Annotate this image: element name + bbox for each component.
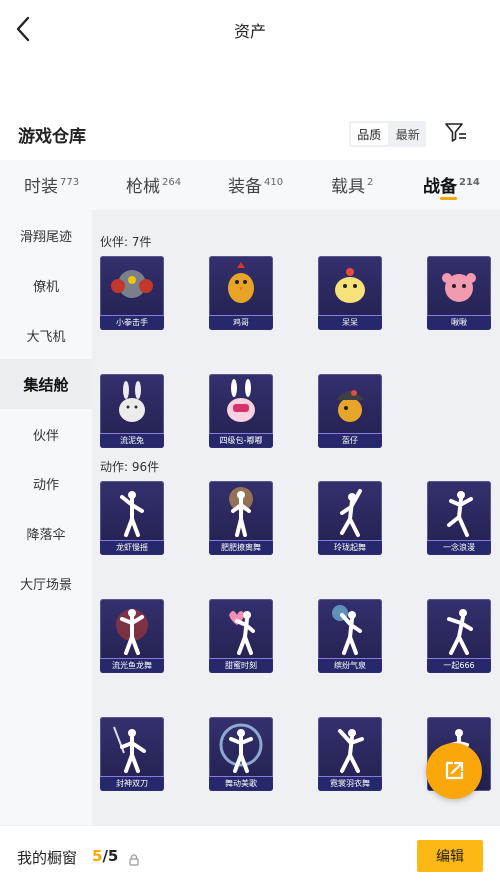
item-card[interactable]: 流泥兔: [100, 374, 164, 448]
item-name: 啾啾: [427, 315, 491, 330]
showcase-label: 我的橱窗: [17, 849, 78, 867]
sort-toggle: 品质 最新: [349, 121, 426, 147]
chick-icon: [335, 268, 365, 303]
tab-fashion[interactable]: 时装 773: [24, 172, 79, 197]
dancer-icon: [338, 729, 364, 773]
dancer-icon: [340, 489, 362, 537]
showcase-current: 5: [92, 847, 103, 865]
chicken-icon: [228, 262, 254, 303]
tab-readiness[interactable]: 战备 214: [423, 172, 480, 197]
sort-quality-button[interactable]: 品质: [351, 123, 388, 145]
tab-label: 载具: [331, 177, 365, 197]
pink-creature-icon: [442, 273, 476, 302]
tab-count: 214: [459, 177, 480, 188]
page-title: 资产: [233, 22, 266, 41]
item-card[interactable]: 一起666: [427, 599, 491, 673]
item-card[interactable]: 霓裳羽衣舞: [318, 717, 382, 791]
item-card[interactable]: 封神双刀: [100, 717, 164, 791]
showcase-bar: 我的橱窗 5/5 编辑: [0, 825, 500, 885]
category-tabs: 时装 773 枪械 264 装备 410 载具 2 战备 214: [0, 160, 500, 210]
lock-icon: [129, 851, 139, 866]
sidebar: 滑翔尾迹 僚机 大飞机 集结舱 伙伴 动作 降落伞 大厅场景: [0, 210, 92, 825]
dancer-icon: [219, 723, 263, 773]
tab-label: 装备: [228, 177, 262, 197]
partners-section-label: 伙伴: 7件: [100, 235, 152, 249]
share-button[interactable]: [426, 743, 482, 799]
item-card[interactable]: 鸡哥: [209, 256, 273, 330]
sidebar-item-parachute[interactable]: 降落伞: [0, 508, 92, 558]
sidebar-item-big-plane[interactable]: 大飞机: [0, 310, 92, 360]
item-card[interactable]: 肥肥撩离舞: [209, 481, 273, 555]
dancer-icon: [113, 726, 146, 773]
tab-count: 264: [162, 177, 182, 188]
actions-section-label: 动作: 96件: [100, 460, 160, 474]
item-name: 四级包-嘟嘟: [209, 433, 273, 448]
item-name: 霓裳羽衣舞: [318, 776, 382, 791]
sidebar-item-lobby-scene[interactable]: 大厅场景: [0, 558, 92, 608]
showcase-total: /5: [102, 847, 119, 865]
sidebar-item-rally-pod[interactable]: 集结舱: [0, 359, 92, 409]
filter-icon[interactable]: [444, 120, 468, 144]
item-card[interactable]: 甜蜜时刻: [209, 599, 273, 673]
dancer-icon: [447, 491, 473, 537]
item-card[interactable]: 一念浪漫: [427, 481, 491, 555]
top-bar: 资产: [0, 0, 500, 58]
tab-vehicles[interactable]: 载具 2: [331, 172, 373, 197]
item-name: 肥肥撩离舞: [209, 540, 273, 555]
item-name: 玲珑起舞: [318, 540, 382, 555]
tab-count: 2: [367, 177, 374, 188]
item-name: 一念浪漫: [427, 540, 491, 555]
dancer-icon: [229, 487, 253, 537]
tab-guns[interactable]: 枪械 264: [126, 172, 181, 197]
tab-count: 773: [60, 177, 80, 188]
bunny-pack-icon: [227, 379, 255, 422]
item-name: 小拳击手: [100, 315, 164, 330]
item-name: 盔仔: [318, 433, 382, 448]
item-name: 缤纷气泉: [318, 658, 382, 673]
item-card[interactable]: 缤纷气泉: [318, 599, 382, 673]
item-name: 流泥兔: [100, 433, 164, 448]
item-card[interactable]: 盔仔: [318, 374, 382, 448]
item-name: 鸡哥: [209, 315, 273, 330]
tab-label: 时装: [24, 177, 58, 197]
sidebar-item-action[interactable]: 动作: [0, 458, 92, 508]
boxer-robot-icon: [111, 270, 153, 298]
share-icon: [445, 761, 464, 780]
edit-button[interactable]: 编辑: [417, 840, 483, 872]
dancer-icon: [332, 605, 362, 655]
tab-count: 410: [264, 177, 284, 188]
tab-label: 枪械: [126, 177, 160, 197]
sort-latest-button[interactable]: 最新: [390, 121, 427, 147]
sidebar-item-wingman[interactable]: 僚机: [0, 260, 92, 310]
sidebar-item-glide-trail[interactable]: 滑翔尾迹: [0, 210, 92, 260]
item-card[interactable]: 小拳击手: [100, 256, 164, 330]
item-name: 甜蜜时刻: [209, 658, 273, 673]
dancer-icon: [120, 491, 144, 537]
item-name: 龙虾慢摇: [100, 540, 164, 555]
item-card[interactable]: 流光鱼龙舞: [100, 599, 164, 673]
helmet-duck-icon: [336, 390, 364, 422]
item-card[interactable]: 四级包-嘟嘟: [209, 374, 273, 448]
dancer-icon: [229, 611, 255, 655]
dancer-icon: [116, 609, 148, 655]
tab-label: 战备: [423, 177, 457, 197]
showcase-count: 5/5: [92, 847, 118, 865]
warehouse-title: 游戏仓库: [18, 127, 86, 147]
item-name: 呆呆: [318, 315, 382, 330]
item-card[interactable]: 玲珑起舞: [318, 481, 382, 555]
tab-equipment[interactable]: 装备 410: [228, 172, 283, 197]
item-name: 舞动美歌: [209, 776, 273, 791]
dancer-icon: [447, 609, 473, 655]
item-name: 流光鱼龙舞: [100, 658, 164, 673]
item-name: 封神双刀: [100, 776, 164, 791]
active-tab-indicator: [440, 197, 457, 200]
content-grid: 伙伴: 7件 小拳击手 鸡哥 呆呆 啾啾 流泥兔 四级包-嘟嘟 盔仔 动作: 9…: [92, 210, 500, 825]
item-card[interactable]: 舞动美歌: [209, 717, 273, 791]
item-card[interactable]: 龙虾慢摇: [100, 481, 164, 555]
sidebar-item-partner[interactable]: 伙伴: [0, 409, 92, 459]
rabbit-icon: [119, 381, 145, 422]
item-card[interactable]: 啾啾: [427, 256, 491, 330]
item-name: 一起666: [427, 658, 491, 673]
item-card[interactable]: 呆呆: [318, 256, 382, 330]
